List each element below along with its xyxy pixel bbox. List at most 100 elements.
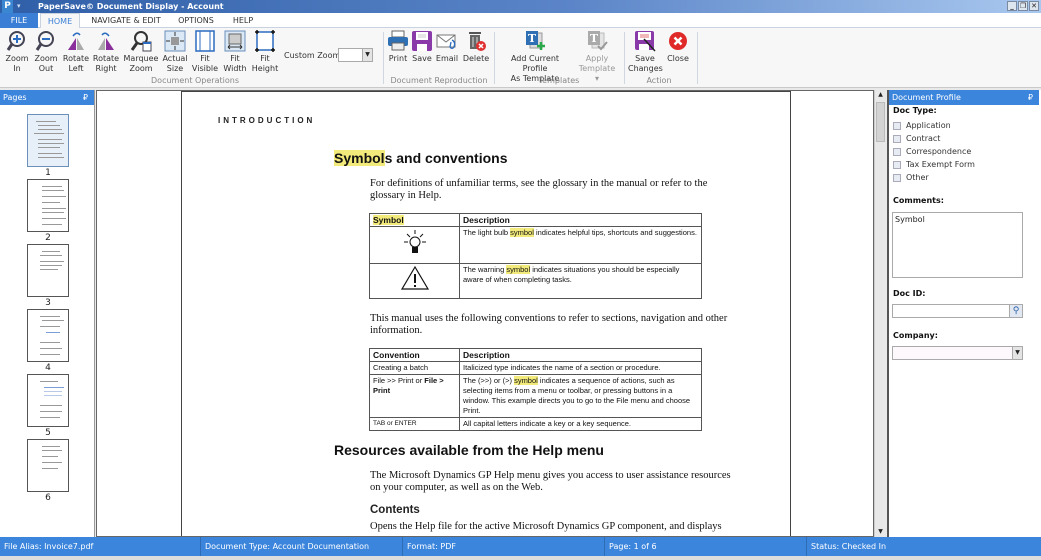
zoom-in-label-2: In <box>13 64 21 73</box>
checkbox[interactable] <box>893 160 901 169</box>
page-thumbnail-1[interactable] <box>27 114 69 167</box>
pin-icon[interactable]: ₽ <box>83 90 88 105</box>
table-row: The light bulb symbol indicates helpful … <box>369 226 702 264</box>
close-window-button[interactable]: ✕ <box>1029 1 1039 11</box>
pin-icon[interactable]: ₽ <box>1028 90 1033 105</box>
table-row: Creating a batch Italicized type indicat… <box>369 361 702 375</box>
actual-size-label-2: Size <box>166 64 184 73</box>
zoom-in-button[interactable]: Zoom In <box>3 30 31 74</box>
add-template-label: Add Current Profile <box>510 54 560 73</box>
minimize-button[interactable]: _ <box>1007 1 1017 11</box>
group-separator <box>624 32 625 84</box>
save-button[interactable]: Save <box>411 30 433 64</box>
save-changes-icon <box>634 30 656 52</box>
paragraph-conventions: This manual uses the following conventio… <box>370 313 728 336</box>
custom-zoom-select[interactable]: ▼ <box>338 48 373 62</box>
document-profile-title: Document Profile <box>892 93 961 102</box>
warning-icon <box>369 263 460 299</box>
doc-type-checkbox-application[interactable]: Application <box>893 121 951 130</box>
actual-size-label: Actual <box>162 54 188 63</box>
cell-text: The light bulb <box>463 228 511 237</box>
restore-button[interactable]: ❐ <box>1018 1 1028 11</box>
zoom-out-button[interactable]: Zoom Out <box>32 30 60 74</box>
close-button[interactable]: Close <box>664 30 692 64</box>
tab-home[interactable]: HOME <box>40 13 80 29</box>
chevron-down-icon[interactable]: ▼ <box>1012 347 1022 359</box>
chevron-down-icon[interactable]: ▼ <box>362 49 372 61</box>
scroll-up-arrow-icon[interactable]: ▲ <box>875 90 886 100</box>
page-thumbnail-2[interactable] <box>27 179 69 232</box>
fit-width-icon <box>224 30 246 52</box>
pages-panel-header: Pages ₽ <box>0 90 94 105</box>
title-bar: P ▾ PaperSave© Document Display - Accoun… <box>0 0 1041 13</box>
group-separator <box>383 32 384 84</box>
checkbox[interactable] <box>893 147 901 156</box>
print-button[interactable]: Print <box>386 30 410 64</box>
delete-button[interactable]: Delete <box>462 30 490 64</box>
group-separator <box>697 32 698 84</box>
vertical-scrollbar[interactable]: ▲ ▼ <box>874 90 886 537</box>
lightbulb-icon <box>369 226 460 264</box>
document-viewer[interactable]: INTRODUCTION Symbols and conventions For… <box>96 90 874 537</box>
search-highlight: symbol <box>510 228 534 237</box>
fit-height-label-2: Height <box>251 64 279 73</box>
rotate-right-button[interactable]: Rotate Right <box>92 30 120 74</box>
doc-type-checkbox-correspondence[interactable]: Correspondence <box>893 147 971 156</box>
page-number-4: 4 <box>45 363 51 373</box>
marquee-zoom-label: Marquee <box>123 54 159 63</box>
marquee-zoom-button[interactable]: Marquee Zoom <box>123 30 159 74</box>
pages-panel: Pages ₽ 1 2 3 4 5 6 <box>0 90 95 537</box>
checkbox[interactable] <box>893 134 901 143</box>
header-symbol: Symbol <box>373 215 404 225</box>
save-changes-button[interactable]: Save Changes <box>628 30 663 74</box>
fit-visible-label: Fit <box>200 54 210 63</box>
scroll-down-arrow-icon[interactable]: ▼ <box>875 527 886 537</box>
table-cell: The warning symbol indicates situations … <box>459 263 702 299</box>
doc-id-input[interactable]: ⚲ <box>892 304 1023 318</box>
doc-type-checkbox-contract[interactable]: Contract <box>893 134 940 143</box>
tab-help[interactable]: HELP <box>226 13 260 28</box>
heading-contents: Contents <box>370 504 420 516</box>
tab-file[interactable]: FILE <box>0 13 38 28</box>
group-label-document-reproduction: Document Reproduction <box>390 76 488 85</box>
fit-height-button[interactable]: Fit Height <box>251 30 279 74</box>
heading-resources: Resources available from the Help menu <box>334 442 604 458</box>
save-disk-icon <box>411 30 433 52</box>
fit-width-button[interactable]: Fit Width <box>221 30 249 74</box>
cell-text: File >> Print or <box>373 376 425 385</box>
comments-textarea[interactable]: Symbol <box>892 212 1023 278</box>
page-thumbnail-3[interactable] <box>27 244 69 297</box>
table-header-row: Convention Description <box>369 348 702 362</box>
scrollbar-thumb[interactable] <box>876 102 885 142</box>
ribbon-tabs: FILE HOME NAVIGATE & EDIT OPTIONS HELP <box>0 13 1041 29</box>
tab-options[interactable]: OPTIONS <box>172 13 220 28</box>
checkbox[interactable] <box>893 121 901 130</box>
company-select[interactable]: ▼ <box>892 346 1023 360</box>
rotate-left-button[interactable]: Rotate Left <box>62 30 90 74</box>
doc-type-checkbox-tax-exempt-form[interactable]: Tax Exempt Form <box>893 160 975 169</box>
table-cell: File >> Print or File > Print <box>369 374 460 418</box>
rotate-left-label: Rotate <box>62 54 90 63</box>
fit-width-label: Fit <box>230 54 240 63</box>
checkbox[interactable] <box>893 173 901 182</box>
add-template-icon: T <box>524 30 546 52</box>
search-icon[interactable]: ⚲ <box>1009 305 1022 317</box>
actual-size-button[interactable]: Actual Size <box>161 30 189 74</box>
tab-navigate-edit[interactable]: NAVIGATE & EDIT <box>88 13 164 28</box>
email-button[interactable]: Email <box>435 30 459 64</box>
printer-icon <box>387 30 409 52</box>
page-number-5: 5 <box>45 428 51 438</box>
doc-type-checkbox-other[interactable]: Other <box>893 173 929 182</box>
fit-visible-button[interactable]: Fit Visible <box>191 30 219 74</box>
zoom-out-label: Zoom <box>34 54 58 63</box>
section-label: INTRODUCTION <box>218 116 316 125</box>
search-highlight: Symbol <box>334 150 385 166</box>
quick-access-dropdown-icon[interactable]: ▾ <box>17 0 27 13</box>
page-thumbnail-5[interactable] <box>27 374 69 427</box>
page-thumbnail-4[interactable] <box>27 309 69 362</box>
page-thumbnail-6[interactable] <box>27 439 69 492</box>
page-number-6: 6 <box>45 493 51 503</box>
table-header: Symbol <box>369 213 460 227</box>
status-checked: Status: Checked In <box>806 537 886 556</box>
doc-id-label: Doc ID: <box>893 289 926 298</box>
